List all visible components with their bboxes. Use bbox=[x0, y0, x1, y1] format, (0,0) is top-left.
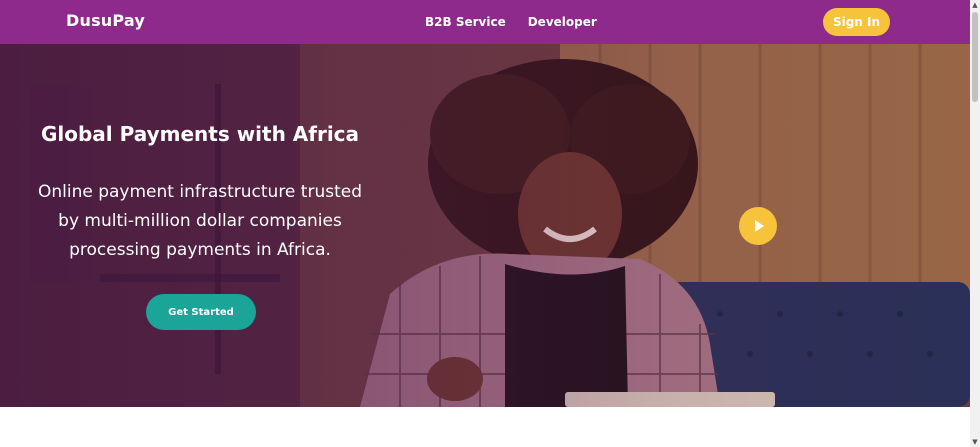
hero-section: Global Payments with Africa Online payme… bbox=[0, 44, 970, 407]
scroll-down-arrow-icon[interactable]: ▼ bbox=[970, 437, 980, 447]
play-video-button[interactable] bbox=[739, 207, 777, 245]
sign-in-button[interactable]: Sign In bbox=[823, 8, 890, 36]
play-icon bbox=[755, 220, 764, 232]
hero-title: Global Payments with Africa bbox=[40, 122, 360, 146]
nav-link-b2b-service[interactable]: B2B Service bbox=[425, 15, 506, 29]
brand-logo[interactable]: DusuPay bbox=[66, 11, 145, 30]
page-scrollbar[interactable]: ▲ ▼ bbox=[970, 0, 980, 447]
scroll-up-arrow-icon[interactable]: ▲ bbox=[970, 0, 980, 10]
hero-subtitle: Online payment infrastructure trusted by… bbox=[37, 182, 362, 260]
top-navbar: DusuPay B2B Service Developer Sign In bbox=[0, 0, 970, 44]
scrollbar-thumb[interactable] bbox=[972, 12, 978, 102]
nav-link-developer[interactable]: Developer bbox=[528, 15, 597, 29]
nav-links: B2B Service Developer bbox=[425, 15, 597, 29]
get-started-button[interactable]: Get Started bbox=[146, 294, 256, 330]
